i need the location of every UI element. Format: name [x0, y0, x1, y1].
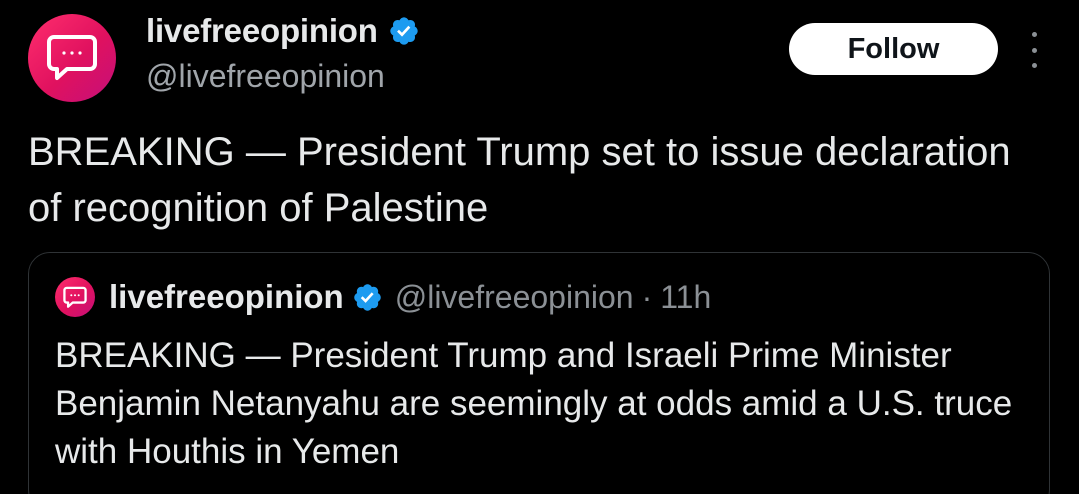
more-dot [1031, 63, 1037, 68]
more-dot [1031, 47, 1037, 53]
quoted-tweet-text: BREAKING — President Trump and Israeli P… [55, 336, 1013, 471]
author-avatar[interactable] [28, 14, 116, 102]
verified-badge-icon[interactable] [352, 282, 383, 313]
speech-bubble-icon [63, 286, 87, 308]
tweet: livefreeopinion @livefreeopinion Follow … [0, 0, 1079, 494]
author-handle[interactable]: @livefreeopinion [146, 58, 385, 95]
quoted-tweet-card[interactable]: livefreeopinion @livefreeopinion · 11h B… [28, 252, 1050, 494]
quoted-author-avatar[interactable] [55, 277, 95, 317]
quoted-tweet-header: livefreeopinion @livefreeopinion · 11h [55, 277, 711, 317]
author-name-row: livefreeopinion [146, 12, 420, 50]
meta-separator: · [641, 278, 653, 315]
quoted-author-handle[interactable]: @livefreeopinion [395, 279, 634, 316]
verified-badge-icon[interactable] [388, 15, 420, 47]
more-dot [1031, 32, 1037, 37]
more-vertical-icon[interactable] [1020, 32, 1048, 68]
quoted-tweet-timestamp[interactable]: 11h [660, 279, 711, 316]
speech-bubble-icon [47, 35, 97, 80]
follow-button[interactable]: Follow [789, 23, 998, 75]
quoted-author-display-name[interactable]: livefreeopinion [109, 278, 344, 316]
tweet-text: BREAKING — President Trump set to issue … [28, 130, 1011, 230]
author-display-name[interactable]: livefreeopinion [146, 12, 378, 50]
